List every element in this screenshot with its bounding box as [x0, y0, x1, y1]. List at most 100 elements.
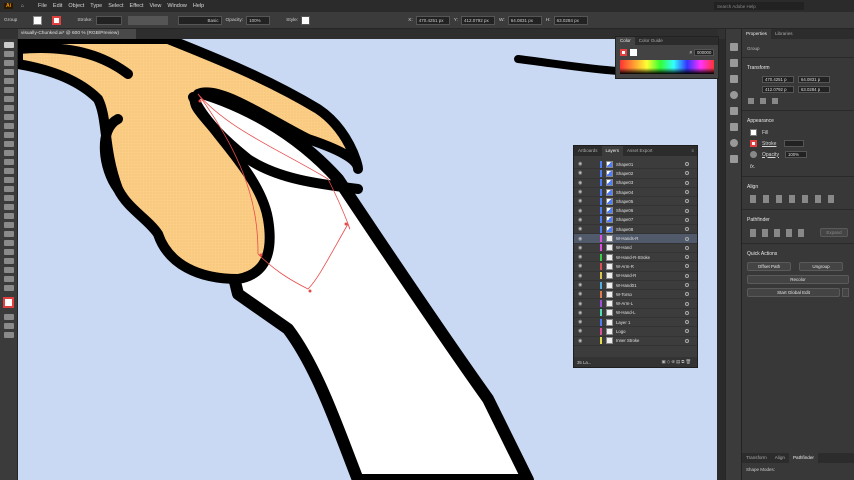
visibility-eye-icon[interactable]: ◉ [578, 254, 584, 260]
menu-edit[interactable]: Edit [53, 3, 62, 9]
menu-type[interactable]: Type [90, 3, 102, 9]
artboard-tool-icon[interactable] [4, 258, 14, 264]
target-circle-icon[interactable] [685, 283, 689, 287]
fill-swatch-icon[interactable] [750, 129, 757, 136]
blend-tool-icon[interactable] [4, 231, 14, 237]
tab-libraries[interactable]: Libraries [771, 29, 797, 39]
fill-swatch[interactable] [33, 15, 43, 25]
layer-name[interactable]: Shape03 [616, 180, 674, 185]
visibility-eye-icon[interactable]: ◉ [578, 189, 584, 195]
target-circle-icon[interactable] [685, 162, 689, 167]
layer-row[interactable]: ◉ Layer 1 [574, 318, 697, 328]
layer-name[interactable]: Shape07 [616, 217, 674, 222]
gradient-tool-icon[interactable] [4, 213, 14, 219]
free-transform-tool-icon[interactable] [4, 177, 14, 183]
brushes-icon[interactable] [730, 91, 738, 99]
shape-builder-tool-icon[interactable] [4, 186, 14, 192]
tab-layers[interactable]: Layers [601, 146, 624, 156]
properties-icon[interactable] [730, 59, 738, 67]
tab-color[interactable]: Color [616, 37, 635, 45]
layer-name[interactable]: Shape06 [616, 208, 674, 213]
start-global-edit-button[interactable]: Start Global Edit [747, 288, 840, 297]
target-circle-icon[interactable] [685, 217, 689, 222]
home-icon[interactable]: ⌂ [21, 3, 24, 9]
layer-row[interactable]: ◉ W-Hand [574, 244, 697, 253]
layer-name[interactable]: W-Arm-L [616, 301, 674, 306]
symbols-icon[interactable] [730, 107, 738, 115]
new-layer-icon[interactable]: ▣ ◇ ⊕ ▤ ⧉ 🗑 [661, 359, 691, 365]
menu-view[interactable]: View [150, 3, 162, 9]
tab-transform[interactable]: Transform [742, 453, 771, 463]
visibility-eye-icon[interactable]: ◉ [578, 291, 584, 297]
tab-properties[interactable]: Properties [742, 29, 771, 39]
rectangle-tool-icon[interactable] [4, 114, 14, 120]
visibility-eye-icon[interactable]: ◉ [578, 226, 584, 232]
libraries-icon[interactable] [730, 43, 738, 51]
opacity-input[interactable]: 100% [784, 151, 807, 158]
layer-name[interactable]: W-Torso [616, 292, 674, 297]
menu-effect[interactable]: Effect [130, 3, 144, 9]
perspective-tool-icon[interactable] [4, 195, 14, 201]
target-circle-icon[interactable] [685, 208, 689, 213]
rotate-tool-icon[interactable] [4, 150, 14, 156]
stroke-weight-input[interactable] [784, 140, 805, 147]
tab-color-guide[interactable]: Color Guide [635, 37, 667, 45]
opacity-label[interactable]: Opacity [762, 152, 779, 158]
panel-menu-icon[interactable]: ≡ [691, 146, 694, 156]
target-circle-icon[interactable] [685, 292, 689, 297]
visibility-eye-icon[interactable]: ◉ [578, 301, 584, 307]
pen-tool-icon[interactable] [4, 78, 14, 84]
prop-h-field[interactable]: 63.0284 p [798, 86, 830, 93]
visibility-eye-icon[interactable]: ◉ [578, 338, 584, 344]
layer-row[interactable]: ◉ W-Hands-R [574, 234, 697, 244]
layer-row[interactable]: ◉ Logo [574, 327, 697, 337]
layer-row[interactable]: ◉ Shape03 [574, 179, 697, 188]
variable-width-field[interactable] [127, 15, 168, 25]
layer-name[interactable]: W-Hand [616, 245, 674, 250]
visibility-eye-icon[interactable]: ◉ [578, 245, 584, 251]
target-circle-icon[interactable] [685, 171, 689, 176]
document-tab[interactable]: visually-Chunked.ai* @ 600 % (RGB/Previe… [18, 29, 136, 39]
stroke-swatch-icon[interactable] [750, 140, 757, 147]
magic-wand-tool-icon[interactable] [4, 60, 14, 66]
tab-pathfinder[interactable]: Pathfinder [788, 453, 818, 463]
paintbrush-tool-icon[interactable] [4, 123, 14, 129]
global-edit-options-icon[interactable] [842, 288, 849, 297]
target-circle-icon[interactable] [685, 301, 689, 306]
layer-row[interactable]: ◉ W-Hand-R-Stroke [574, 253, 697, 263]
target-circle-icon[interactable] [685, 180, 689, 185]
layer-name[interactable]: Inner Stroke [616, 338, 674, 343]
menu-file[interactable]: File [38, 3, 47, 9]
visibility-eye-icon[interactable]: ◉ [578, 319, 584, 325]
search-box[interactable]: Search Adobe Help [714, 2, 804, 10]
selection-tool-icon[interactable] [4, 42, 14, 48]
eraser-tool-icon[interactable] [4, 141, 14, 147]
pathfinder-buttons[interactable] [750, 228, 806, 237]
visibility-eye-icon[interactable]: ◉ [578, 170, 584, 176]
target-circle-icon[interactable] [685, 320, 689, 325]
visibility-eye-icon[interactable]: ◉ [578, 282, 584, 288]
layer-row[interactable]: ◉ W-Arm-R [574, 262, 697, 272]
curvature-tool-icon[interactable] [4, 87, 14, 93]
visibility-eye-icon[interactable]: ◉ [578, 180, 584, 186]
visibility-eye-icon[interactable]: ◉ [578, 328, 584, 334]
layer-row[interactable]: ◉ W-Hand-R [574, 272, 697, 281]
target-circle-icon[interactable] [685, 236, 689, 241]
menu-help[interactable]: Help [193, 3, 204, 9]
recolor-button[interactable]: Recolor [747, 275, 849, 284]
slice-tool-icon[interactable] [4, 267, 14, 273]
stroke-swatch[interactable] [52, 15, 62, 25]
layer-name[interactable]: W-Arm-R [616, 264, 674, 269]
visibility-eye-icon[interactable]: ◉ [578, 161, 584, 167]
target-circle-icon[interactable] [685, 255, 689, 260]
type-tool-icon[interactable] [4, 96, 14, 102]
flip-h-icon[interactable] [760, 98, 766, 104]
layer-row[interactable]: ◉ Shape05 [574, 197, 697, 207]
target-circle-icon[interactable] [685, 227, 689, 232]
opacity-field[interactable]: 100% [246, 15, 271, 25]
x-field[interactable]: 470.4251 px [415, 15, 450, 25]
y-field[interactable]: 412.0792 px [460, 15, 495, 25]
prop-y-field[interactable]: 412.0792 p [762, 86, 794, 93]
swatches-icon[interactable] [730, 123, 738, 131]
symbol-sprayer-tool-icon[interactable] [4, 240, 14, 246]
